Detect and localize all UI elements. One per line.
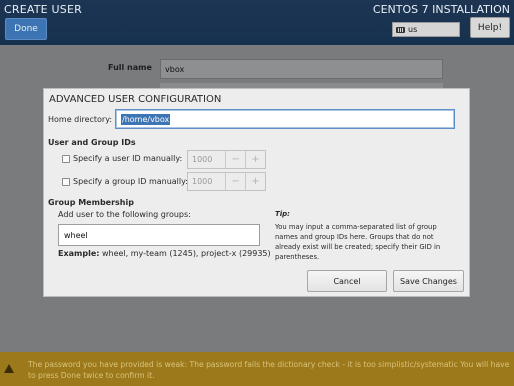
fullname-field[interactable]: vbox bbox=[160, 59, 443, 79]
password-warning-bar: The password you have provided is weak: … bbox=[0, 352, 514, 386]
user-id-value[interactable]: 1000 bbox=[188, 151, 225, 168]
group-id-checkbox[interactable] bbox=[62, 177, 70, 186]
tip-title: Tip: bbox=[275, 210, 290, 218]
add-groups-label: Add user to the following groups: bbox=[58, 210, 191, 219]
tip-text: You may input a comma-separated list of … bbox=[275, 223, 441, 261]
example-label: Example: bbox=[58, 249, 100, 258]
installation-title: CENTOS 7 INSTALLATION bbox=[372, 3, 510, 16]
home-directory-input[interactable]: /home/vbox bbox=[115, 109, 455, 129]
advanced-user-config-dialog: ADVANCED USER CONFIGURATION Home directo… bbox=[43, 88, 470, 297]
page-title: CREATE USER bbox=[4, 3, 82, 16]
fullname-value: vbox bbox=[165, 64, 185, 74]
user-id-row[interactable]: Specify a user ID manually: bbox=[62, 154, 182, 163]
group-id-spinner[interactable]: 1000 − + bbox=[187, 172, 266, 191]
help-button[interactable]: Help! bbox=[470, 17, 510, 38]
group-id-decrement-button[interactable]: − bbox=[225, 173, 245, 190]
save-changes-button[interactable]: Save Changes bbox=[393, 270, 464, 292]
done-button[interactable]: Done bbox=[5, 18, 47, 40]
password-warning-text: The password you have provided is weak: … bbox=[28, 360, 510, 380]
keyboard-layout-label: us bbox=[408, 25, 418, 34]
home-directory-label: Home directory: bbox=[48, 115, 113, 124]
groups-example: Example: wheel, my-team (1245), project-… bbox=[58, 249, 271, 258]
groups-value: wheel bbox=[64, 230, 88, 240]
warning-icon bbox=[4, 364, 14, 373]
user-id-label: Specify a user ID manually: bbox=[73, 154, 183, 163]
top-header: CREATE USER CENTOS 7 INSTALLATION Done u… bbox=[0, 0, 514, 45]
keyboard-icon bbox=[396, 26, 405, 33]
cancel-button[interactable]: Cancel bbox=[307, 270, 387, 292]
group-id-row[interactable]: Specify a group ID manually: bbox=[62, 177, 188, 186]
user-id-checkbox[interactable] bbox=[62, 154, 70, 163]
home-directory-value: /home/vbox bbox=[121, 113, 171, 125]
example-text: wheel, my-team (1245), project-x (29935) bbox=[99, 249, 271, 258]
group-id-label: Specify a group ID manually: bbox=[73, 177, 188, 186]
ids-heading: User and Group IDs bbox=[48, 138, 136, 147]
group-membership-heading: Group Membership bbox=[48, 198, 134, 207]
dialog-title: ADVANCED USER CONFIGURATION bbox=[49, 94, 222, 105]
keyboard-layout-indicator[interactable]: us bbox=[392, 22, 460, 37]
user-id-spinner[interactable]: 1000 − + bbox=[187, 150, 266, 169]
groups-input[interactable]: wheel bbox=[58, 224, 260, 246]
group-id-value[interactable]: 1000 bbox=[188, 173, 225, 190]
user-id-decrement-button[interactable]: − bbox=[225, 151, 245, 168]
fullname-label: Full name bbox=[108, 63, 152, 72]
user-id-increment-button[interactable]: + bbox=[245, 151, 265, 168]
group-id-increment-button[interactable]: + bbox=[245, 173, 265, 190]
